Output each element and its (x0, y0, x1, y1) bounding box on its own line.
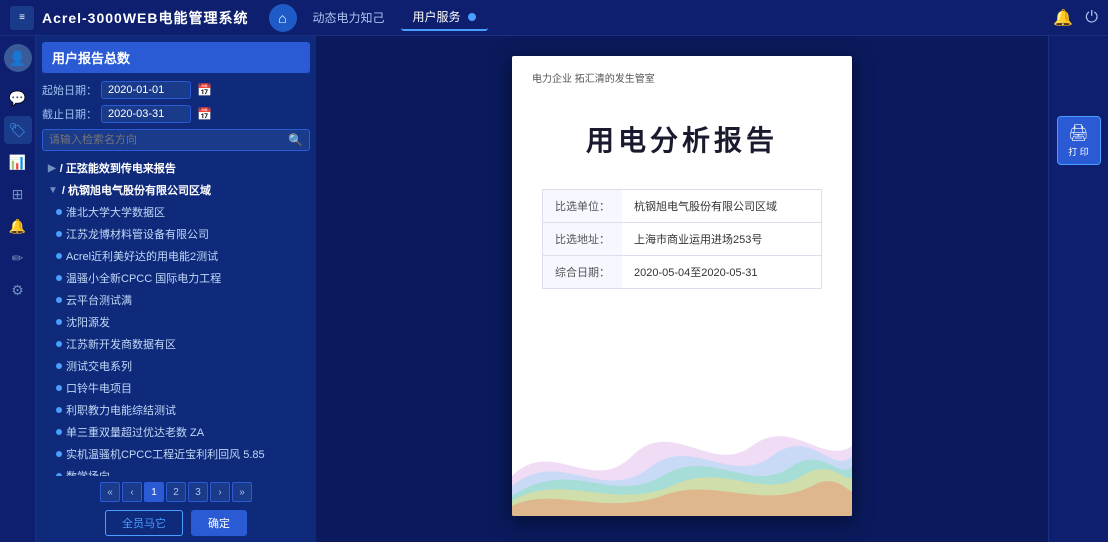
nav-tab-user[interactable]: 用户服务 (401, 4, 488, 31)
print-button[interactable]: 🖨 打 印 (1057, 116, 1101, 165)
avatar: 👤 (4, 44, 32, 72)
tree-item[interactable]: ▼ / 杭钢旭电气股份有限公司区域 (42, 179, 310, 201)
page-next-button[interactable]: › (210, 482, 230, 502)
tree-item[interactable]: 实机温骚机CPCC工程近宝利利回风 5.85 (42, 443, 310, 465)
tree-item[interactable]: 单三重双量超过优达老数 ZA (42, 421, 310, 443)
print-label: 打 印 (1068, 145, 1089, 158)
search-icon: 🔍 (288, 133, 303, 147)
table-row: 比选单位： 杭钢旭电气股份有限公司区域 (543, 190, 822, 223)
sidebar-item-edit[interactable]: ✏ (4, 244, 32, 272)
info-label: 比选地址： (543, 223, 623, 256)
confirm-button[interactable]: 确定 (191, 510, 247, 536)
top-bar-right: 🔔 ⏻ (1053, 8, 1098, 28)
sidebar-item-chart[interactable]: 📊 (4, 148, 32, 176)
info-value: 2020-05-04至2020-05-31 (622, 256, 822, 289)
top-bar: ≡ Acrel-3000WEB电能管理系统 ⌂ 动态电力知己 用户服务 🔔 ⏻ (0, 0, 1108, 36)
nav-tab-dynamic[interactable]: 动态电力知己 (301, 5, 397, 30)
doc-title: 用电分析报告 (512, 89, 852, 179)
sidebar-item-tag[interactable]: 🏷 (4, 116, 32, 144)
left-panel: 用户报告总数 起始日期： 📅 截止日期： 📅 🔍 ▶ / 正弦能效到传电来报告 … (36, 36, 316, 542)
info-value: 上海市商业运用进场253号 (622, 223, 822, 256)
app-title: Acrel-3000WEB电能管理系统 (42, 8, 249, 28)
tree-item[interactable]: 云平台测试满 (42, 289, 310, 311)
end-date-input[interactable] (101, 105, 191, 123)
tree-item[interactable]: 口铃牛电项目 (42, 377, 310, 399)
end-date-row: 截止日期： 📅 (42, 105, 310, 123)
tree-item[interactable]: 江苏新开发商数据有区 (42, 333, 310, 355)
sidebar-item-bell[interactable]: 🔔 (4, 212, 32, 240)
start-date-row: 起始日期： 📅 (42, 81, 310, 99)
app-icon: ≡ (10, 6, 34, 30)
search-input[interactable] (49, 134, 288, 146)
doc-wave-decoration (512, 396, 852, 516)
app-logo: ≡ Acrel-3000WEB电能管理系统 (10, 6, 249, 30)
main-content: 电力企业 拓汇清的发生管室 用电分析报告 比选单位： 杭钢旭电气股份有限公司区域… (316, 36, 1048, 542)
sidebar-item-settings[interactable]: ⚙ (4, 276, 32, 304)
tree-item[interactable]: 数学场向 (42, 465, 310, 476)
top-nav: ⌂ 动态电力知己 用户服务 (269, 4, 488, 32)
power-icon[interactable]: ⏻ (1085, 9, 1098, 27)
cancel-button[interactable]: 全员马它 (105, 510, 183, 536)
tree-item[interactable]: ▶ / 正弦能效到传电来报告 (42, 157, 310, 179)
print-icon: 🖨 (1068, 123, 1088, 143)
doc-info-table: 比选单位： 杭钢旭电气股份有限公司区域 比选地址： 上海市商业运用进场253号 … (542, 189, 822, 289)
tree-item[interactable]: 利职教力电能综结测试 (42, 399, 310, 421)
start-date-label: 起始日期： (42, 82, 97, 98)
page-1-button[interactable]: 1 (144, 482, 164, 502)
info-value: 杭钢旭电气股份有限公司区域 (622, 190, 822, 223)
bottom-buttons: 全员马它 确定 (42, 510, 310, 536)
table-row: 比选地址： 上海市商业运用进场253号 (543, 223, 822, 256)
page-last-button[interactable]: » (232, 482, 252, 502)
tree-item[interactable]: Acrel近利美好达的用电能2测试 (42, 245, 310, 267)
start-date-calendar-icon[interactable]: 📅 (197, 83, 212, 97)
page-3-button[interactable]: 3 (188, 482, 208, 502)
tree-item[interactable]: 沈阳源发 (42, 311, 310, 333)
home-button[interactable]: ⌂ (269, 4, 297, 32)
right-panel: 🖨 打 印 (1048, 36, 1108, 542)
info-label: 比选单位： (543, 190, 623, 223)
active-tab-indicator (468, 13, 476, 21)
pagination: « ‹ 1 2 3 › » (42, 482, 310, 502)
tree-item[interactable]: 淮北大学大学数据区 (42, 201, 310, 223)
doc-header-text: 电力企业 拓汇清的发生管室 (512, 56, 852, 89)
search-box: 🔍 (42, 129, 310, 151)
page-2-button[interactable]: 2 (166, 482, 186, 502)
tree-list: ▶ / 正弦能效到传电来报告 ▼ / 杭钢旭电气股份有限公司区域 淮北大学大学数… (42, 157, 310, 476)
tree-item[interactable]: 江苏龙博材料管设备有限公司 (42, 223, 310, 245)
sidebar-item-layers[interactable]: ⊞ (4, 180, 32, 208)
sidebar-item-chat[interactable]: 💬 (4, 84, 32, 112)
main-layout: 👤 💬 🏷 📊 ⊞ 🔔 ✏ ⚙ 用户报告总数 起始日期： 📅 截止日期： 📅 🔍… (0, 36, 1108, 542)
home-icon: ⌂ (278, 10, 286, 26)
page-prev-button[interactable]: ‹ (122, 482, 142, 502)
panel-header: 用户报告总数 (42, 42, 310, 73)
document-preview: 电力企业 拓汇清的发生管室 用电分析报告 比选单位： 杭钢旭电气股份有限公司区域… (512, 56, 852, 516)
tree-item[interactable]: 测试交电系列 (42, 355, 310, 377)
end-date-calendar-icon[interactable]: 📅 (197, 107, 212, 121)
table-row: 综合日期： 2020-05-04至2020-05-31 (543, 256, 822, 289)
page-first-button[interactable]: « (100, 482, 120, 502)
alert-icon[interactable]: 🔔 (1053, 8, 1073, 28)
tree-item[interactable]: 温骚小全新CPCC 国际电力工程 (42, 267, 310, 289)
end-date-label: 截止日期： (42, 106, 97, 122)
start-date-input[interactable] (101, 81, 191, 99)
info-label: 综合日期： (543, 256, 623, 289)
sidebar-icons: 👤 💬 🏷 📊 ⊞ 🔔 ✏ ⚙ (0, 36, 36, 542)
